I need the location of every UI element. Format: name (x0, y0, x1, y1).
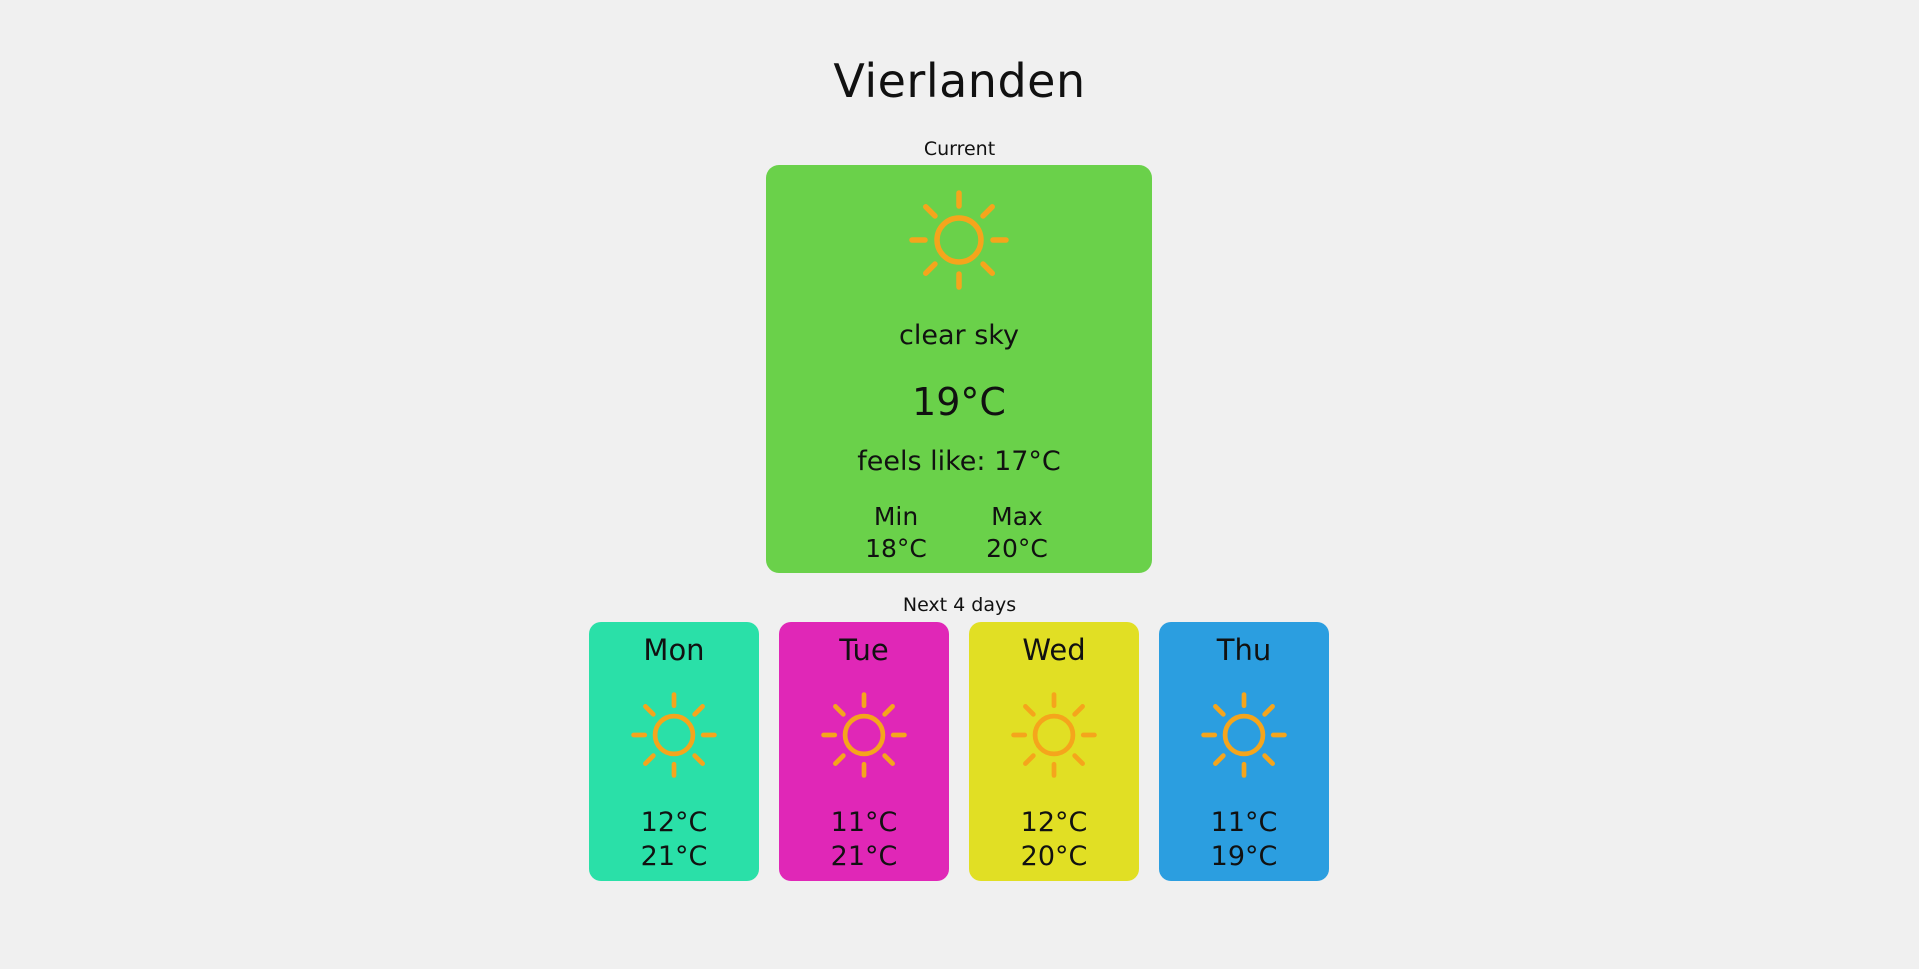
sun-icon (631, 692, 717, 778)
current-temperature: 19°C (912, 380, 1006, 424)
forecast-temperatures: 12°C 20°C (969, 806, 1139, 874)
forecast-card-wed: Wed 12°C 20°C (969, 622, 1139, 881)
forecast-max-temp: 20°C (1020, 841, 1088, 872)
forecast-day-name: Mon (643, 633, 705, 667)
forecast-min-temp: 11°C (830, 807, 898, 838)
feels-like-temperature: feels like: 17°C (857, 446, 1061, 477)
current-weather-card: clear sky 19°C feels like: 17°C Min 18°C… (766, 165, 1152, 573)
min-temperature: Min 18°C (846, 501, 946, 565)
forecast-temperatures: 12°C 21°C (589, 806, 759, 874)
max-label: Max (991, 502, 1043, 531)
forecast-max-temp: 21°C (640, 841, 708, 872)
weather-description: clear sky (899, 320, 1019, 351)
forecast-max-temp: 19°C (1210, 841, 1278, 872)
city-title: Vierlanden (833, 54, 1086, 108)
forecast-day-name: Thu (1216, 633, 1272, 667)
forecast-section-label: Next 4 days (902, 594, 1017, 616)
max-value: 20°C (986, 534, 1048, 563)
forecast-temperatures: 11°C 21°C (779, 806, 949, 874)
forecast-card-tue: Tue 11°C 21°C (779, 622, 949, 881)
sun-icon (1011, 692, 1097, 778)
forecast-min-temp: 12°C (640, 807, 708, 838)
forecast-temperatures: 11°C 19°C (1159, 806, 1329, 874)
max-temperature: Max 20°C (967, 501, 1067, 565)
forecast-card-mon: Mon 12°C 21°C (589, 622, 759, 881)
forecast-min-temp: 12°C (1020, 807, 1088, 838)
forecast-card-thu: Thu 11°C 19°C (1159, 622, 1329, 881)
min-value: 18°C (865, 534, 927, 563)
min-label: Min (873, 502, 919, 531)
forecast-max-temp: 21°C (830, 841, 898, 872)
sun-icon (1201, 692, 1287, 778)
forecast-day-name: Wed (1022, 633, 1086, 667)
forecast-day-name: Tue (839, 633, 889, 667)
current-section-label: Current (923, 138, 996, 160)
sun-icon (821, 692, 907, 778)
forecast-min-temp: 11°C (1210, 807, 1278, 838)
sun-icon (909, 190, 1009, 290)
